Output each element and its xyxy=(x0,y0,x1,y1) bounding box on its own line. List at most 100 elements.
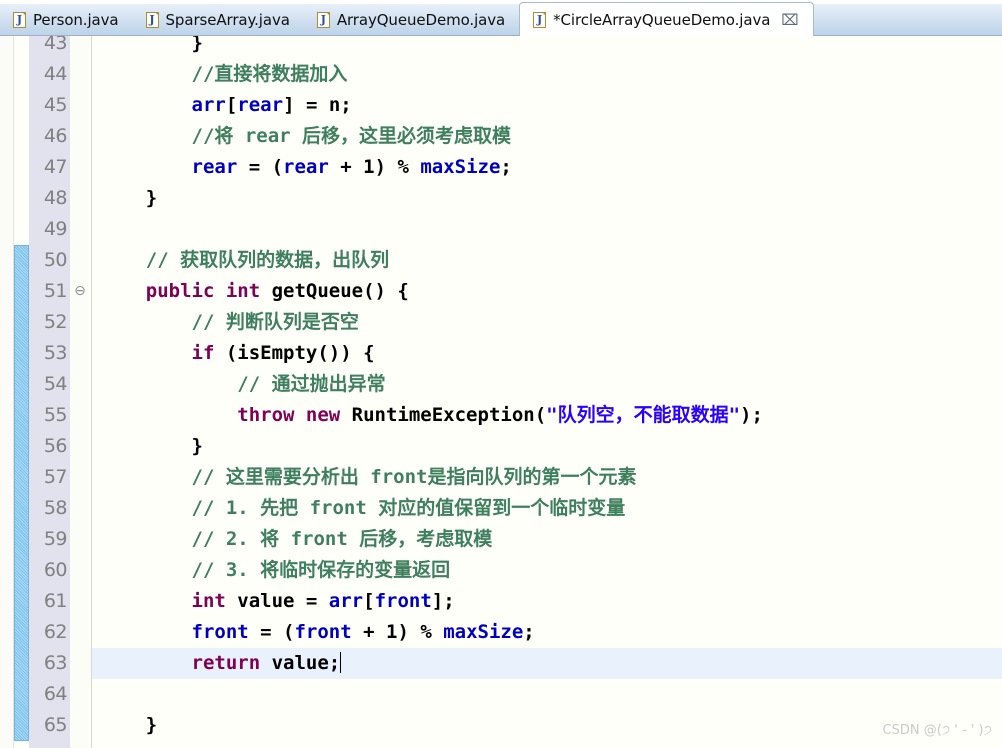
code-line[interactable]: 64 xyxy=(0,679,1002,710)
code-line[interactable]: 61 int value = arr[front]; xyxy=(0,586,1002,617)
code-line-text[interactable]: // 这里需要分析出 front是指向队列的第一个元素 xyxy=(92,462,637,493)
code-line[interactable]: 51 public int getQueue() {⊖ xyxy=(0,276,1002,307)
line-number: 53 xyxy=(43,342,68,364)
text-caret xyxy=(340,652,342,673)
token-pln: value; xyxy=(271,652,341,674)
line-number: 64 xyxy=(43,683,68,705)
code-line[interactable]: 62 front = (front + 1) % maxSize; xyxy=(0,617,1002,648)
token-fld: rear xyxy=(100,156,249,178)
java-file-icon: J xyxy=(145,12,159,28)
token-pln: ]; xyxy=(431,590,455,612)
code-line-text[interactable]: //直接将数据加入 xyxy=(92,59,348,90)
code-line-text[interactable] xyxy=(92,214,100,245)
code-line[interactable]: 44 //直接将数据加入 xyxy=(0,59,1002,90)
token-pln: [ xyxy=(225,94,238,116)
token-pln: + 1) % xyxy=(328,156,421,178)
code-line[interactable]: 43 } xyxy=(0,36,1002,59)
code-line-text[interactable]: } xyxy=(92,710,157,741)
code-line-text[interactable]: // 1. 先把 front 对应的值保留到一个临时变量 xyxy=(92,493,626,524)
token-com: // 2. 将 front 后移，考虑取模 xyxy=(100,528,493,550)
code-line-text[interactable]: // 获取队列的数据，出队列 xyxy=(92,245,389,276)
token-com: //将 rear 后移，这里必须考虑取模 xyxy=(100,125,512,147)
editor-tab-person-java[interactable]: J Person.java xyxy=(0,4,133,36)
code-line[interactable]: 60 // 3. 将临时保存的变量返回 xyxy=(0,555,1002,586)
code-line-text[interactable] xyxy=(92,679,100,710)
code-line-text[interactable]: public int getQueue() { xyxy=(92,276,409,307)
code-line[interactable]: 57 // 这里需要分析出 front是指向队列的第一个元素 xyxy=(0,462,1002,493)
java-icon-letter: J xyxy=(320,13,326,26)
code-line[interactable]: 47 rear = (rear + 1) % maxSize; xyxy=(0,152,1002,183)
token-pln: [ xyxy=(363,590,375,612)
close-icon[interactable]: ⌧ xyxy=(781,11,798,29)
code-line[interactable]: 49 xyxy=(0,214,1002,245)
line-number: 45 xyxy=(43,94,68,116)
code-line[interactable]: 58 // 1. 先把 front 对应的值保留到一个临时变量 xyxy=(0,493,1002,524)
code-line-text[interactable]: } xyxy=(92,36,203,59)
token-pln: ); xyxy=(740,404,763,426)
code-line[interactable]: 52 // 判断队列是否空 xyxy=(0,307,1002,338)
code-line-text[interactable]: // 2. 将 front 后移，考虑取模 xyxy=(92,524,493,555)
code-line-text[interactable]: } xyxy=(92,183,157,214)
editor-tab-circlearrayqueuedemo-java[interactable]: J *CircleArrayQueueDemo.java ⌧ xyxy=(519,2,814,36)
token-pln: } xyxy=(100,714,158,736)
code-line-text[interactable]: // 判断队列是否空 xyxy=(92,307,359,338)
token-pln: } xyxy=(100,435,203,457)
code-line-text[interactable]: front = (front + 1) % maxSize; xyxy=(92,617,535,648)
editor-tab-sparsearray-java[interactable]: J SparseArray.java xyxy=(133,4,304,36)
editor-tab-arrayqueuedemo-java[interactable]: J ArrayQueueDemo.java xyxy=(304,4,519,36)
line-number: 46 xyxy=(43,125,68,147)
code-fold-toggle[interactable]: ⊖ xyxy=(72,276,88,307)
editor-tab-label: ArrayQueueDemo.java xyxy=(336,11,506,29)
line-number: 48 xyxy=(43,187,68,209)
line-number: 44 xyxy=(43,63,68,85)
code-line[interactable]: 46 //将 rear 后移，这里必须考虑取模 xyxy=(0,121,1002,152)
code-line[interactable]: 65 } xyxy=(0,710,1002,741)
code-line-text[interactable]: int value = arr[front]; xyxy=(92,586,455,617)
token-pln: ; xyxy=(500,156,512,178)
code-line-text[interactable]: throw new RuntimeException("队列空，不能取数据"); xyxy=(92,400,763,431)
code-editor[interactable]: 43 } 44 //直接将数据加入 45 arr[rear] = n; 46 //将 … xyxy=(0,36,1002,748)
token-kw: return xyxy=(100,652,272,674)
java-icon-letter: J xyxy=(537,12,543,26)
token-fld: arr xyxy=(100,94,226,116)
code-line-text[interactable]: //将 rear 后移，这里必须考虑取模 xyxy=(92,121,512,152)
token-com: // 判断队列是否空 xyxy=(100,311,359,333)
java-file-icon: J xyxy=(13,12,26,28)
token-com: // 3. 将临时保存的变量返回 xyxy=(100,559,451,581)
line-number: 47 xyxy=(43,156,68,178)
code-line[interactable]: 45 arr[rear] = n; xyxy=(0,90,1002,121)
code-line[interactable]: 55 throw new RuntimeException("队列空，不能取数据… xyxy=(0,400,1002,431)
java-icon-letter: J xyxy=(149,13,155,26)
token-pln: } xyxy=(100,36,203,54)
line-number: 50 xyxy=(43,249,68,271)
line-number: 65 xyxy=(43,714,68,736)
code-line[interactable]: 48 } xyxy=(0,183,1002,214)
token-com: // 1. 先把 front 对应的值保留到一个临时变量 xyxy=(100,497,626,519)
token-pln: getQueue() { xyxy=(271,280,409,302)
code-line[interactable]: 63 return value; xyxy=(0,648,1002,679)
code-line-text[interactable]: // 3. 将临时保存的变量返回 xyxy=(92,555,451,586)
token-fld: rear xyxy=(283,156,329,178)
code-line[interactable]: 53 if (isEmpty()) { xyxy=(0,338,1002,369)
code-line-text[interactable]: arr[rear] = n; xyxy=(92,90,352,121)
code-line-text[interactable]: return value; xyxy=(92,648,342,679)
code-line[interactable]: 59 // 2. 将 front 后移，考虑取模 xyxy=(0,524,1002,555)
line-number: 51 xyxy=(43,280,68,302)
token-pln: = ( xyxy=(248,156,284,178)
line-number: 62 xyxy=(43,621,68,643)
java-file-icon: J xyxy=(533,11,547,28)
code-line-text[interactable]: // 通过抛出异常 xyxy=(92,369,385,400)
code-line-text[interactable]: if (isEmpty()) { xyxy=(92,338,375,369)
line-number: 58 xyxy=(43,497,68,519)
java-icon-letter: J xyxy=(16,13,23,26)
code-line[interactable]: 50 // 获取队列的数据，出队列 xyxy=(0,245,1002,276)
token-com: //直接将数据加入 xyxy=(100,63,348,85)
code-line-text[interactable]: rear = (rear + 1) % maxSize; xyxy=(92,152,512,183)
code-line[interactable]: 54 // 通过抛出异常 xyxy=(0,369,1002,400)
code-line-text[interactable]: } xyxy=(92,431,203,462)
token-fld: front xyxy=(374,590,432,612)
code-line[interactable]: 56 } xyxy=(0,431,1002,462)
line-number: 52 xyxy=(43,311,68,333)
token-pln: value = xyxy=(237,590,329,612)
token-pln: ] = n; xyxy=(283,94,352,116)
